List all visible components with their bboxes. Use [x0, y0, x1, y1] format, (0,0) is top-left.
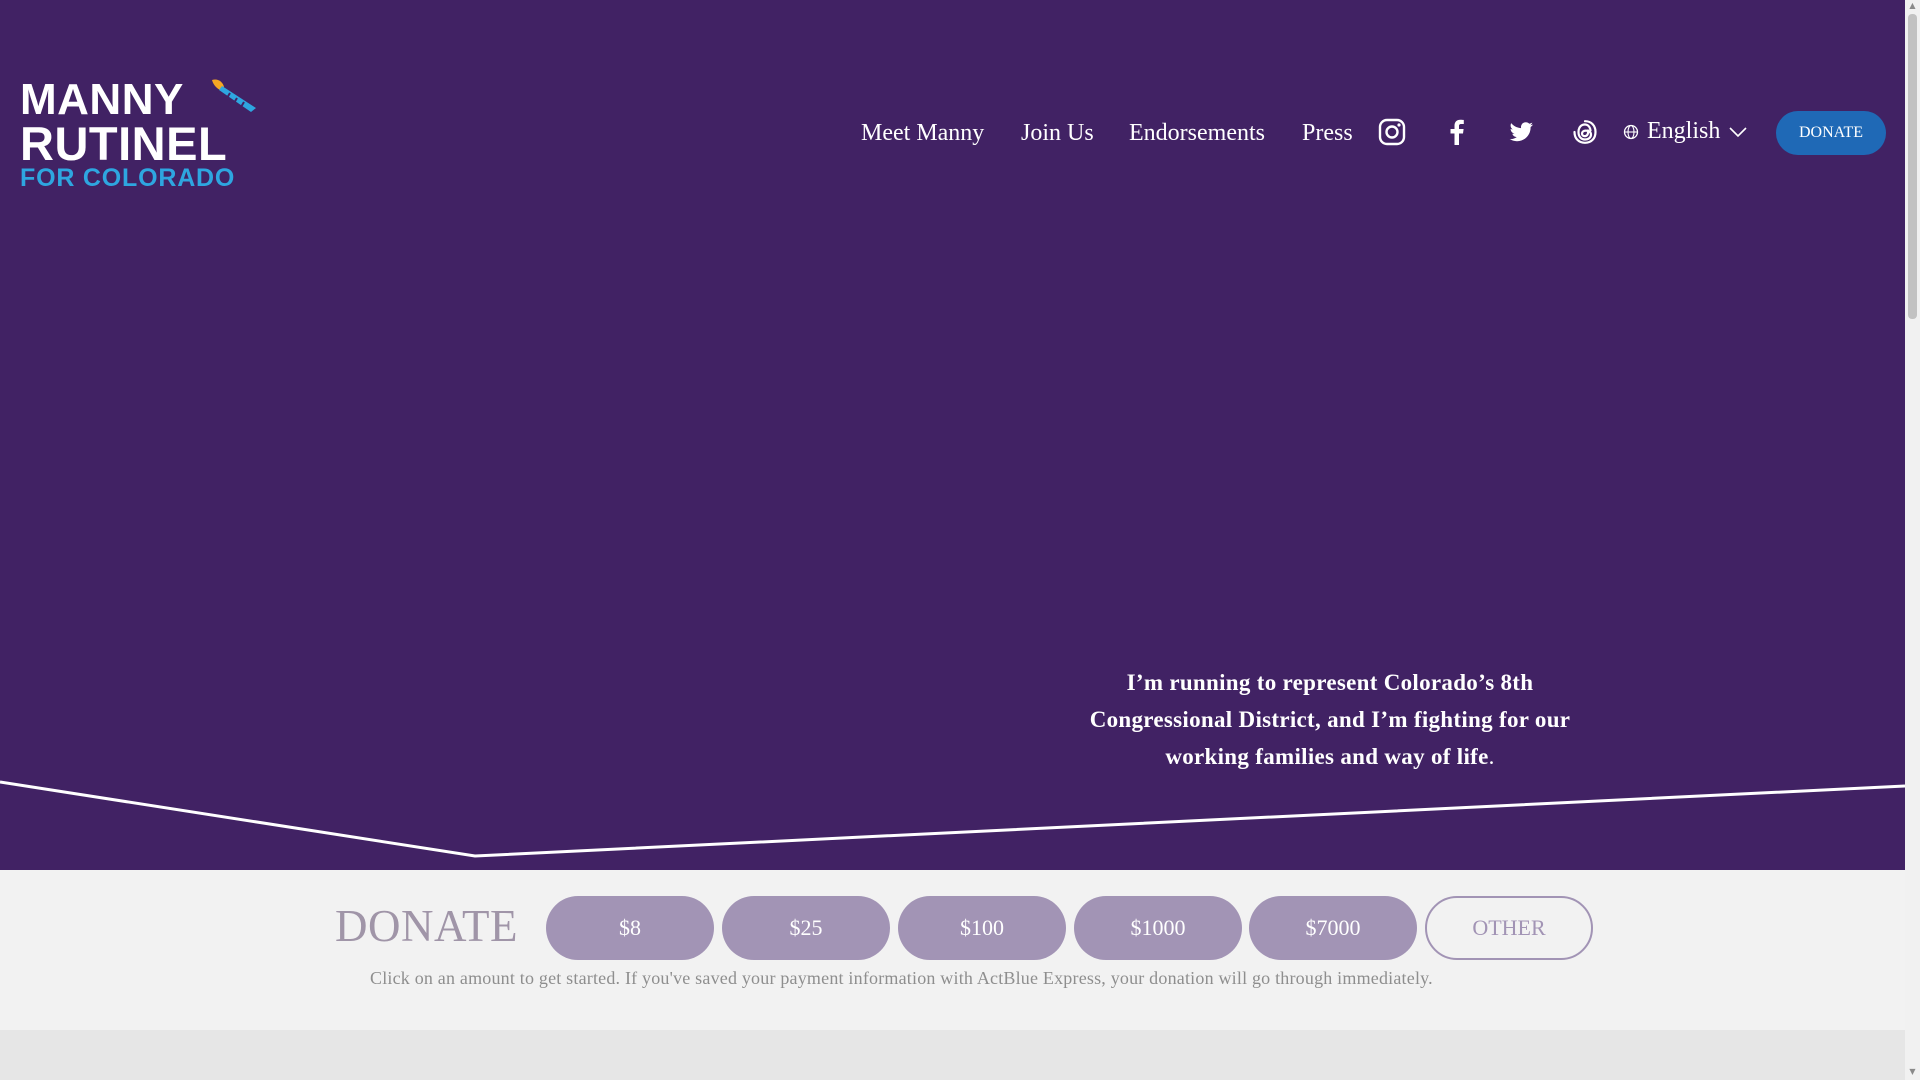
logo-line-state: FOR COLORADO — [20, 164, 236, 192]
hero-tagline-period: . — [1488, 744, 1495, 769]
nav-link-press[interactable]: Press — [1302, 120, 1353, 147]
donate-amount-1000[interactable]: $1000 — [1074, 896, 1242, 960]
hero-tagline-text: I’m running to represent Colorado’s 8th … — [1089, 670, 1571, 769]
donate-amount-other[interactable]: OTHER — [1425, 896, 1593, 960]
hero-tagline: I’m running to represent Colorado’s 8th … — [1070, 664, 1590, 775]
donate-amount-25[interactable]: $25 — [722, 896, 890, 960]
twitter-icon[interactable] — [1507, 118, 1535, 146]
chevron-down-icon — [1729, 126, 1747, 137]
globe-icon — [1623, 124, 1639, 139]
header-donate-button[interactable]: DONATE — [1776, 111, 1886, 155]
donate-heading: DONATE — [335, 901, 518, 951]
donate-amount-7000[interactable]: $7000 — [1249, 896, 1417, 960]
hero-curve-divider — [0, 770, 1905, 858]
next-section — [0, 1030, 1905, 1080]
site-logo[interactable]: MANNY RUTINEL FOR COLORADO — [20, 75, 260, 192]
logo-line-name: MANNY — [20, 75, 184, 124]
nav-link-join-us[interactable]: Join Us — [1021, 120, 1094, 147]
language-selector[interactable]: English — [1623, 118, 1748, 145]
nav-link-endorsements[interactable]: Endorsements — [1129, 120, 1265, 147]
paintbrush-icon — [212, 79, 256, 112]
donate-instructions: Click on an amount to get started. If yo… — [370, 968, 1433, 988]
donate-amount-8[interactable]: $8 — [546, 896, 714, 960]
page-scrollbar[interactable]: ▲ ▼ — [1905, 0, 1920, 1080]
nav-link-meet-manny[interactable]: Meet Manny — [861, 120, 984, 147]
donate-amount-100[interactable]: $100 — [898, 896, 1066, 960]
instagram-icon[interactable] — [1378, 118, 1406, 146]
scrollbar-thumb[interactable] — [1908, 14, 1917, 319]
threads-icon[interactable] — [1571, 118, 1599, 146]
logo-line-surname: RUTINEL — [20, 117, 228, 170]
scroll-down-arrow-icon[interactable]: ▼ — [1908, 1068, 1917, 1076]
scroll-up-arrow-icon[interactable]: ▲ — [1908, 2, 1917, 10]
language-label: English — [1647, 118, 1721, 144]
facebook-icon[interactable] — [1443, 118, 1471, 146]
